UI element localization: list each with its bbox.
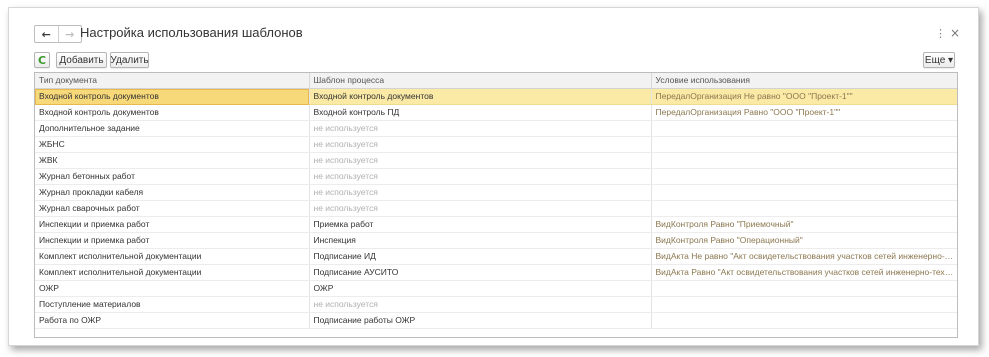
cell-template[interactable]: Подписание работы ОЖР: [309, 312, 652, 329]
table-row[interactable]: Входной контроль документов Входной контр…: [35, 88, 957, 105]
cell-template[interactable]: ОЖР: [309, 280, 652, 297]
cell-condition[interactable]: ВидАкта Равно "Акт освидетельствования у…: [651, 264, 957, 281]
cell-doc-type[interactable]: Дополнительное задание: [35, 120, 310, 137]
delete-button[interactable]: Удалить: [110, 52, 149, 68]
table-row[interactable]: Журнал бетонных работ не используется: [35, 168, 957, 185]
cell-doc-type[interactable]: ЖБНС: [35, 136, 310, 153]
table-row[interactable]: ЖВК не используется: [35, 152, 957, 169]
cell-doc-type[interactable]: ЖВК: [35, 152, 310, 169]
cell-template[interactable]: не используется: [309, 136, 652, 153]
cell-condition[interactable]: ВидАкта Не равно "Акт освидетельствовани…: [651, 248, 957, 265]
cell-template[interactable]: не используется: [309, 200, 652, 217]
column-header-template[interactable]: Шаблон процесса: [309, 73, 652, 89]
cell-condition[interactable]: ПередалОрганизация Равно "ООО "Проект-1"…: [651, 104, 957, 121]
cell-template[interactable]: Приемка работ: [309, 216, 652, 233]
cell-condition[interactable]: [651, 296, 957, 313]
refresh-icon[interactable]: C: [34, 52, 50, 68]
templates-table[interactable]: Тип документа Шаблон процесса Условие ис…: [34, 72, 958, 338]
cell-template[interactable]: Входной контроль документов: [309, 88, 652, 105]
cell-condition[interactable]: ВидКонтроля Равно "Операционный": [651, 232, 957, 249]
table-row[interactable]: Комплект исполнительной документации Подп…: [35, 248, 957, 265]
cell-doc-type[interactable]: Журнал бетонных работ: [35, 168, 310, 185]
table-row[interactable]: Дополнительное задание не используется: [35, 120, 957, 137]
cell-template[interactable]: Инспекция: [309, 232, 652, 249]
cell-doc-type[interactable]: Работа по ОЖР: [35, 312, 310, 329]
table-row[interactable]: Инспекции и приемка работ Приемка работ Ви…: [35, 216, 957, 233]
table-row[interactable]: Работа по ОЖР Подписание работы ОЖР: [35, 312, 957, 329]
cell-template[interactable]: не используется: [309, 168, 652, 185]
cell-condition[interactable]: [651, 120, 957, 137]
table-row[interactable]: Журнал прокладки кабеля не используется: [35, 184, 957, 201]
cell-condition[interactable]: ВидКонтроля Равно "Приемочный": [651, 216, 957, 233]
cell-doc-type[interactable]: Журнал прокладки кабеля: [35, 184, 310, 201]
cell-template[interactable]: не используется: [309, 296, 652, 313]
cell-doc-type[interactable]: Инспекции и приемка работ: [35, 216, 310, 233]
cell-condition[interactable]: ПередалОрганизация Не равно "ООО "Проект…: [651, 88, 957, 105]
cell-condition[interactable]: [651, 152, 957, 169]
back-arrow-icon[interactable]: ←: [35, 26, 59, 42]
cell-template[interactable]: не используется: [309, 184, 652, 201]
cell-template[interactable]: Входной контроль ПД: [309, 104, 652, 121]
cell-doc-type[interactable]: Входной контроль документов: [35, 88, 310, 105]
settings-window: ← → Настройка использования шаблонов ⋮ ×…: [8, 7, 979, 346]
page-title: Настройка использования шаблонов: [80, 25, 303, 40]
table-row[interactable]: ЖБНС не используется: [35, 136, 957, 153]
close-icon[interactable]: ×: [950, 26, 960, 40]
cell-doc-type[interactable]: Журнал сварочных работ: [35, 200, 310, 217]
more-vertical-icon[interactable]: ⋮: [935, 27, 946, 40]
cell-template[interactable]: Подписание АУСИТО: [309, 264, 652, 281]
cell-condition[interactable]: [651, 280, 957, 297]
table-row[interactable]: Комплект исполнительной документации Подп…: [35, 264, 957, 281]
table-header: Тип документа Шаблон процесса Условие ис…: [35, 73, 957, 89]
forward-arrow-icon[interactable]: →: [59, 26, 82, 42]
title-bar: ← → Настройка использования шаблонов ⋮ ×: [9, 8, 978, 48]
add-button[interactable]: Добавить: [56, 52, 107, 68]
table-row[interactable]: Поступление материалов не используется: [35, 296, 957, 313]
cell-doc-type[interactable]: Поступление материалов: [35, 296, 310, 313]
column-header-doc-type[interactable]: Тип документа: [35, 73, 310, 89]
cell-condition[interactable]: [651, 184, 957, 201]
cell-template[interactable]: не используется: [309, 120, 652, 137]
cell-template[interactable]: Подписание ИД: [309, 248, 652, 265]
navigation-buttons: ← →: [34, 25, 82, 43]
cell-template[interactable]: не используется: [309, 152, 652, 169]
cell-condition[interactable]: [651, 168, 957, 185]
table-row[interactable]: Журнал сварочных работ не используется: [35, 200, 957, 217]
cell-doc-type[interactable]: Инспекции и приемка работ: [35, 232, 310, 249]
cell-condition[interactable]: [651, 200, 957, 217]
cell-condition[interactable]: [651, 136, 957, 153]
more-actions-button[interactable]: Еще ▾: [923, 52, 955, 68]
column-header-condition[interactable]: Условие использования: [651, 73, 957, 89]
table-row[interactable]: Инспекции и приемка работ Инспекция ВидКон…: [35, 232, 957, 249]
table-row[interactable]: ОЖР ОЖР: [35, 280, 957, 297]
toolbar: C Добавить Удалить Еще ▾: [9, 52, 978, 70]
cell-doc-type[interactable]: ОЖР: [35, 280, 310, 297]
table-row[interactable]: Входной контроль документов Входной контр…: [35, 104, 957, 121]
cell-doc-type[interactable]: Комплект исполнительной документации: [35, 248, 310, 265]
cell-doc-type[interactable]: Входной контроль документов: [35, 104, 310, 121]
cell-doc-type[interactable]: Комплект исполнительной документации: [35, 264, 310, 281]
cell-condition[interactable]: [651, 312, 957, 329]
